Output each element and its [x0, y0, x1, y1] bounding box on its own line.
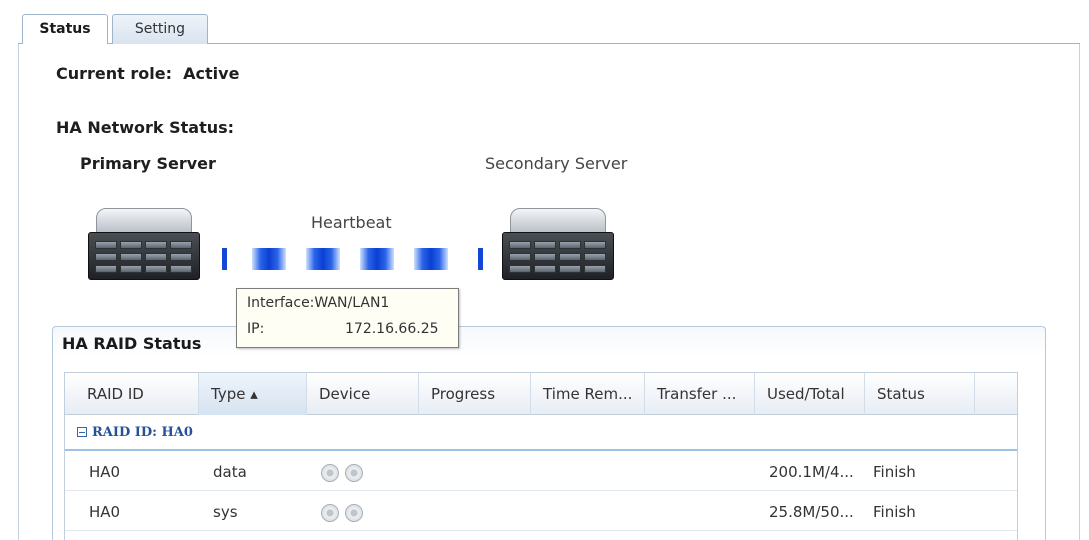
current-role-label: Current role: Active — [56, 64, 240, 83]
cell-transfer — [645, 493, 755, 531]
cell-time-remaining — [531, 453, 645, 491]
cell-raid-id: HA0 — [89, 503, 121, 521]
cell-progress — [419, 453, 531, 491]
cell-progress — [419, 493, 531, 531]
collapse-toggle-icon[interactable] — [77, 427, 87, 437]
tab-bar: Status Setting — [18, 10, 1080, 45]
column-device[interactable]: Device — [307, 373, 419, 415]
column-type[interactable]: Type ▴ — [199, 373, 307, 415]
column-status[interactable]: Status — [865, 373, 975, 415]
column-time-remaining[interactable]: Time Rem... — [531, 373, 645, 415]
secondary-server-label: Secondary Server — [485, 154, 628, 173]
tooltip-interface-label: Interface: — [247, 295, 315, 311]
column-raid-id[interactable]: RAID ID — [75, 373, 199, 415]
raid-group-row[interactable]: RAID ID: HA0 — [65, 415, 1017, 451]
cell-transfer — [645, 453, 755, 491]
tooltip-interface-value: WAN/LAN1 — [314, 295, 390, 311]
column-transfer[interactable]: Transfer ... — [645, 373, 755, 415]
disk-icon[interactable] — [345, 463, 363, 482]
tooltip-ip-label: IP: — [247, 321, 265, 337]
primary-server-label: Primary Server — [80, 154, 216, 173]
secondary-server-icon — [502, 208, 614, 280]
ha-raid-status-title: HA RAID Status — [62, 334, 202, 353]
raid-status-grid: RAID ID Type ▴ Device Progress Time Rem.… — [64, 372, 1018, 540]
current-role-value: Active — [183, 64, 240, 83]
cell-device — [307, 493, 419, 531]
ha-network-status-title: HA Network Status: — [56, 118, 235, 137]
grid-header: RAID ID Type ▴ Device Progress Time Rem.… — [65, 373, 1017, 415]
column-progress[interactable]: Progress — [419, 373, 531, 415]
disk-icon[interactable] — [345, 503, 363, 522]
table-row[interactable]: HA0 data 200.1M/4... Finish — [65, 453, 1017, 491]
table-row[interactable]: HA0 sys 25.8M/50... Finish — [65, 493, 1017, 531]
cell-type: data — [213, 463, 247, 481]
heartbeat-label: Heartbeat — [311, 213, 392, 232]
heartbeat-link[interactable] — [222, 248, 484, 270]
column-used-total[interactable]: Used/Total — [755, 373, 865, 415]
cell-time-remaining — [531, 493, 645, 531]
cell-used-total: 25.8M/50... — [769, 503, 854, 521]
tab-setting[interactable]: Setting — [112, 14, 208, 44]
raid-group-label: RAID ID: HA0 — [92, 425, 193, 440]
cell-status: Finish — [873, 463, 916, 481]
primary-server-icon — [88, 208, 200, 280]
heartbeat-tooltip: Interface:WAN/LAN1 IP: 172.16.66.25 — [236, 288, 459, 348]
cell-status: Finish — [873, 503, 916, 521]
cell-raid-id: HA0 — [89, 463, 121, 481]
disk-icon[interactable] — [321, 463, 339, 482]
cell-used-total: 200.1M/4... — [769, 463, 854, 481]
cell-type: sys — [213, 503, 238, 521]
tooltip-ip-value: 172.16.66.25 — [345, 321, 439, 337]
cell-device — [307, 453, 419, 491]
tab-status[interactable]: Status — [22, 14, 108, 45]
disk-icon[interactable] — [321, 503, 339, 522]
